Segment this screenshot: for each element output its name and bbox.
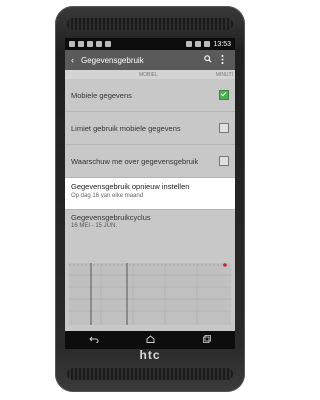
top-speaker-grille (67, 18, 233, 30)
search-icon[interactable] (201, 55, 215, 65)
setting-waarschuw[interactable]: Waarschuw me over gegevensgebruik (65, 145, 235, 178)
setting-label: Waarschuw me over gegevensgebruik (71, 156, 199, 166)
back-arrow-icon[interactable]: ‹ (71, 55, 81, 65)
setting-label: Mobiele gegevens (71, 90, 132, 100)
bottom-speaker-grille (67, 368, 233, 380)
whatsapp-icon (78, 41, 84, 47)
android-icon (105, 41, 111, 47)
waarschuw-checkbox[interactable] (219, 156, 229, 166)
reset-usage-subtitle: Op dag 16 van elke maand (71, 193, 144, 199)
photo-icon (87, 41, 93, 47)
status-bar: 13:53 (65, 38, 235, 50)
status-time: 13:53 (213, 40, 231, 48)
usage-cycle-title: Gegevensgebruikcyclus (71, 213, 151, 222)
notification-icon (69, 41, 75, 47)
battery-icon (204, 41, 211, 47)
usage-chart[interactable] (69, 263, 231, 325)
screen: 13:53 ‹ Gegevensgebruik MOBIEL MINUTI Mo… (65, 38, 235, 349)
usage-cycle-range: 16 MEI - 15 JUN. (71, 223, 118, 229)
usage-cycle-item[interactable]: Gegevensgebruikcyclus 16 MEI - 15 JUN. (65, 210, 235, 236)
limiet-gebruik-checkbox[interactable] (219, 123, 229, 133)
navigation-bar (65, 331, 235, 349)
setting-mobiele-gegevens[interactable]: Mobiele gegevens (65, 79, 235, 112)
setting-label: Limiet gebruik mobiele gegevens (71, 123, 181, 133)
chart-grid (69, 263, 231, 325)
phone-frame: 13:53 ‹ Gegevensgebruik MOBIEL MINUTI Mo… (55, 6, 245, 392)
wifi-icon (96, 41, 102, 47)
brand-logo: htc (139, 348, 161, 362)
tab-minuti[interactable]: MINUTI (216, 72, 233, 78)
tab-mobiel[interactable]: MOBIEL (139, 72, 158, 78)
mobiele-gegevens-checkbox[interactable] (219, 90, 229, 100)
reset-usage-title: Gegevensgebruik opnieuw instellen (71, 182, 190, 191)
page-title: Gegevensgebruik (81, 55, 144, 65)
sync-icon (186, 41, 193, 47)
back-icon[interactable] (89, 336, 99, 345)
action-bar: ‹ Gegevensgebruik (65, 50, 235, 70)
signal-icon (195, 41, 202, 47)
limit-marker (223, 263, 227, 267)
home-icon[interactable] (146, 335, 155, 345)
column-headers: MOBIEL MINUTI (65, 70, 235, 79)
reset-usage-item[interactable]: Gegevensgebruik opnieuw instellen Op dag… (65, 178, 235, 210)
setting-limiet-gebruik[interactable]: Limiet gebruik mobiele gegevens (65, 112, 235, 145)
overflow-menu-icon[interactable] (215, 54, 229, 66)
recents-icon[interactable] (203, 335, 212, 345)
